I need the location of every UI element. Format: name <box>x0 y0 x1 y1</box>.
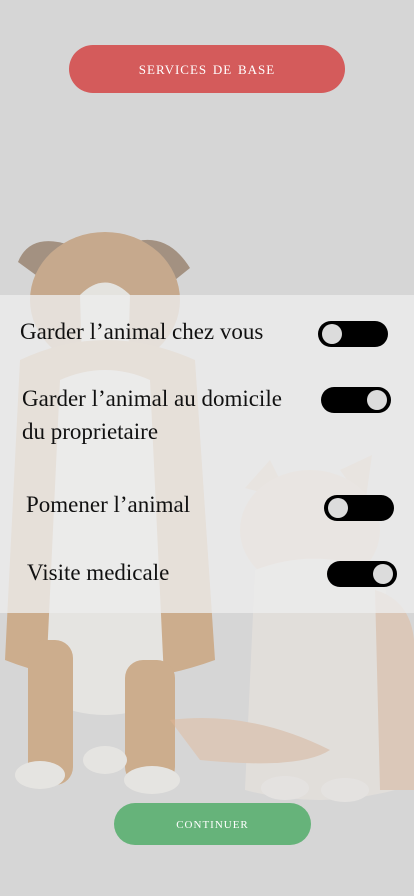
service-label-garder-domicile-line2: du proprietaire <box>22 419 159 444</box>
services-de-base-button[interactable]: SERVICES DE BASE <box>69 45 345 93</box>
service-toggle-pomener[interactable] <box>324 495 394 521</box>
service-toggle-garder-chez-vous[interactable] <box>318 321 388 347</box>
toggle-knob <box>373 564 393 584</box>
service-toggle-visite-medicale[interactable] <box>327 561 397 587</box>
service-label-pomener: Pomener l’animal <box>26 492 191 517</box>
service-toggle-garder-domicile[interactable] <box>321 387 391 413</box>
service-label-garder-chez-vous: Garder l’animal chez vous <box>20 319 264 344</box>
service-label-visite-medicale: Visite medicale <box>27 560 170 585</box>
toggle-knob <box>328 498 348 518</box>
toggle-knob <box>367 390 387 410</box>
continue-button[interactable]: CONTINUER <box>114 803 311 845</box>
toggle-knob <box>322 324 342 344</box>
service-label-garder-domicile-line1: Garder l’animal au domicile <box>22 386 282 411</box>
